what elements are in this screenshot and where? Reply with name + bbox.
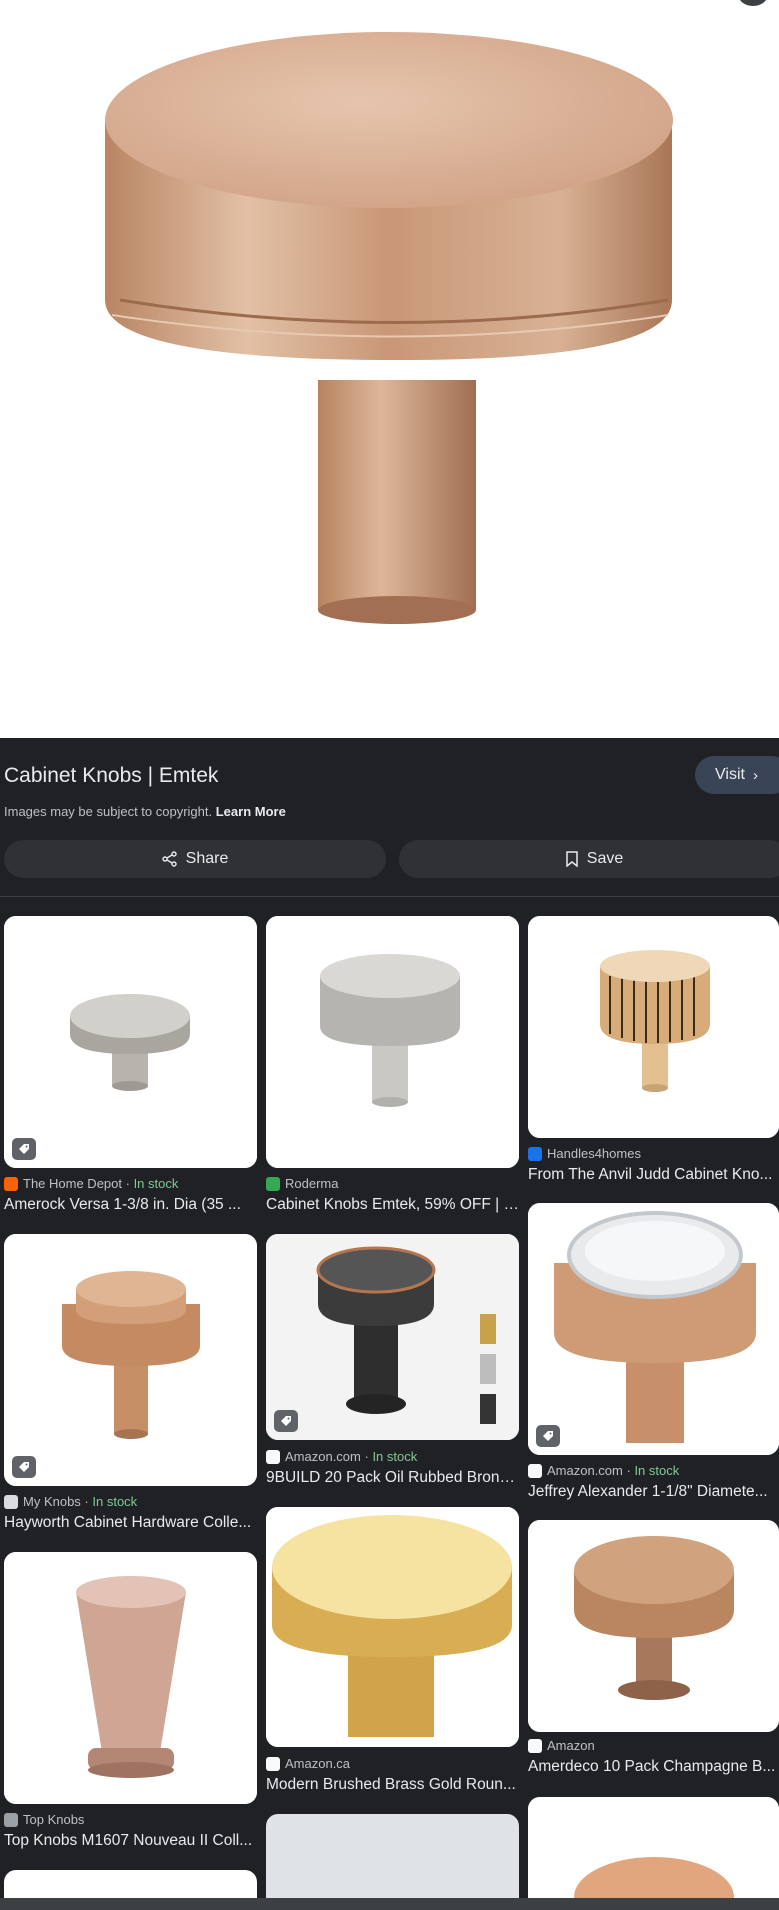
caption[interactable]: Jeffrey Alexander 1-1/8" Diamete... [528, 1483, 779, 1501]
thumbnail[interactable] [528, 1797, 779, 1910]
result-info-panel: Cabinet Knobs | Emtek Visit › Images may… [0, 738, 779, 898]
caption[interactable]: From The Anvil Judd Cabinet Kno... [528, 1166, 779, 1184]
source-name: Amazon.com [547, 1463, 623, 1478]
caption[interactable]: Amerock Versa 1-3/8 in. Dia (35 ... [4, 1196, 257, 1214]
bookmark-icon [565, 851, 579, 867]
separator: · [360, 1449, 373, 1464]
thumbnail[interactable] [528, 1520, 779, 1732]
source-label: Amazon.ca [266, 1756, 350, 1771]
main-image[interactable] [0, 0, 779, 738]
source-name: Amazon.ca [285, 1756, 351, 1771]
thumbnail[interactable] [266, 1507, 519, 1747]
stock-status: In stock [634, 1463, 680, 1478]
favicon-icon [528, 1146, 542, 1161]
source-name: Roderma [285, 1176, 339, 1191]
visit-button[interactable]: Visit › [695, 756, 779, 794]
share-button[interactable]: Share [4, 840, 386, 878]
favicon-icon [528, 1738, 542, 1753]
separator: · [80, 1494, 93, 1509]
source-label: Roderma [266, 1176, 338, 1191]
source-name: The Home Depot [23, 1176, 122, 1191]
visit-label: Visit [715, 766, 745, 783]
thumbnail[interactable] [4, 916, 257, 1168]
thumbnail[interactable] [266, 1814, 519, 1910]
source-name: Amazon.com [285, 1449, 361, 1464]
source-name: Top Knobs [23, 1812, 85, 1827]
copyright-text: Images may be subject to copyright. [4, 804, 213, 819]
bottom-bar [0, 1898, 779, 1910]
save-label: Save [586, 850, 624, 867]
separator: · [122, 1176, 134, 1191]
product-tag-icon [12, 1138, 36, 1160]
caption[interactable]: Top Knobs M1607 Nouveau II Coll... [4, 1832, 257, 1850]
caption[interactable]: Modern Brushed Brass Gold Roun... [266, 1776, 519, 1794]
source-label: Handles4homes [528, 1146, 641, 1161]
source-label: Top Knobs [4, 1812, 84, 1827]
separator: · [622, 1463, 635, 1478]
divider [0, 896, 779, 897]
share-icon [161, 851, 178, 867]
thumbnail[interactable] [266, 916, 519, 1168]
save-button[interactable]: Save [399, 840, 779, 878]
thumbnail[interactable] [266, 1234, 519, 1440]
favicon-icon [266, 1176, 280, 1191]
favicon-icon [528, 1463, 542, 1478]
caption[interactable]: Amerdeco 10 Pack Champagne B... [528, 1758, 779, 1776]
copyright-notice: Images may be subject to copyright. Lear… [4, 804, 286, 819]
source-label: Amazon.com · In stock [528, 1463, 679, 1478]
thumbnail[interactable] [528, 916, 779, 1138]
caption[interactable]: Cabinet Knobs Emtek, 59% OFF | r... [266, 1196, 519, 1214]
thumbnail[interactable] [4, 1552, 257, 1804]
favicon-icon [4, 1494, 18, 1509]
chevron-right-icon: › [752, 766, 758, 784]
favicon-icon [266, 1449, 280, 1464]
source-label: My Knobs · In stock [4, 1494, 137, 1509]
caption[interactable]: 9BUILD 20 Pack Oil Rubbed Bronz... [266, 1469, 519, 1487]
source-label: Amazon.com · In stock [266, 1449, 417, 1464]
source-label: The Home Depot · In stock [4, 1176, 178, 1191]
share-label: Share [185, 850, 229, 867]
stock-status: In stock [133, 1176, 179, 1191]
favicon-icon [4, 1176, 18, 1191]
favicon-icon [266, 1756, 280, 1771]
source-name: Handles4homes [547, 1146, 641, 1161]
learn-more-link[interactable]: Learn More [216, 804, 286, 819]
result-title[interactable]: Cabinet Knobs | Emtek [4, 764, 218, 788]
source-label: Amazon [528, 1738, 595, 1753]
thumbnail[interactable] [528, 1203, 779, 1455]
product-tag-icon [536, 1425, 560, 1447]
caption[interactable]: Hayworth Cabinet Hardware Colle... [4, 1514, 257, 1532]
stock-status: In stock [92, 1494, 138, 1509]
stock-status: In stock [372, 1449, 418, 1464]
source-name: My Knobs [23, 1494, 81, 1509]
favicon-icon [4, 1812, 18, 1827]
source-name: Amazon [547, 1738, 595, 1753]
product-tag-icon [274, 1410, 298, 1432]
product-tag-icon [12, 1456, 36, 1478]
thumbnail[interactable] [4, 1234, 257, 1486]
